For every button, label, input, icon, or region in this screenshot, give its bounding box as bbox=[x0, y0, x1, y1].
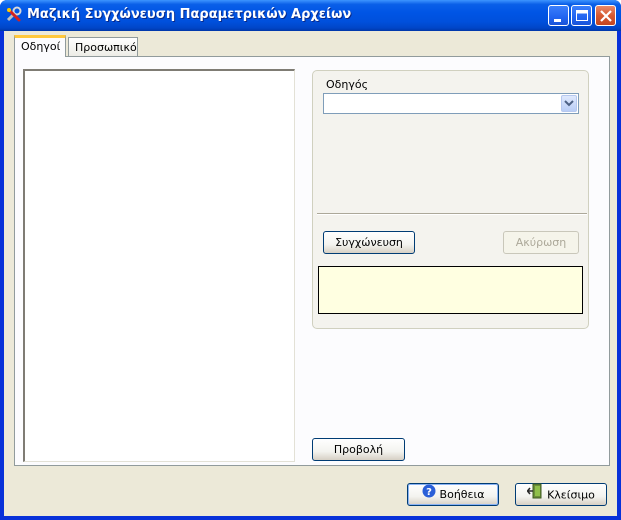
window-title: Μαζική Συγχώνευση Παραμετρικών Αρχείων bbox=[27, 7, 352, 22]
close-button[interactable]: Κλείσιμο bbox=[515, 483, 607, 506]
help-button[interactable]: ? Βοήθεια bbox=[407, 483, 499, 506]
cancel-button[interactable]: Ακύρωση bbox=[503, 231, 579, 254]
tab-drivers[interactable]: Οδηγοί bbox=[14, 35, 66, 57]
merge-button[interactable]: Συγχώνευση bbox=[323, 231, 415, 254]
window-frame-bottom bbox=[0, 516, 621, 520]
help-button-label: Βοήθεια bbox=[439, 488, 485, 501]
minimize-button[interactable] bbox=[548, 5, 569, 26]
status-panel bbox=[318, 266, 583, 314]
svg-text:?: ? bbox=[426, 487, 432, 498]
view-button[interactable]: Προβολή bbox=[312, 438, 405, 461]
driver-select[interactable] bbox=[323, 93, 579, 114]
window-frame-right bbox=[617, 31, 621, 520]
minimize-icon bbox=[554, 19, 561, 22]
tab-personnel[interactable]: Προσωπικό bbox=[68, 37, 138, 57]
close-icon bbox=[600, 10, 612, 22]
exit-door-icon bbox=[526, 483, 543, 506]
driver-label: Οδηγός bbox=[326, 78, 369, 91]
separator bbox=[317, 213, 587, 215]
maximize-button[interactable] bbox=[571, 5, 592, 26]
maximize-icon bbox=[576, 10, 588, 21]
client-area: Οδηγοί Προσωπικό Οδηγός Συγχώνευση Ακύρω… bbox=[4, 31, 617, 516]
tools-icon bbox=[5, 6, 23, 24]
dropdown-button[interactable] bbox=[561, 95, 577, 112]
help-icon: ? bbox=[422, 484, 436, 505]
close-window-button[interactable] bbox=[595, 5, 616, 26]
app-window: Μαζική Συγχώνευση Παραμετρικών Αρχείων Ο… bbox=[0, 0, 621, 520]
drivers-list[interactable] bbox=[23, 69, 295, 462]
close-button-label: Κλείσιμο bbox=[547, 488, 595, 502]
chevron-down-icon bbox=[564, 100, 574, 107]
title-bar[interactable]: Μαζική Συγχώνευση Παραμετρικών Αρχείων bbox=[0, 0, 621, 31]
